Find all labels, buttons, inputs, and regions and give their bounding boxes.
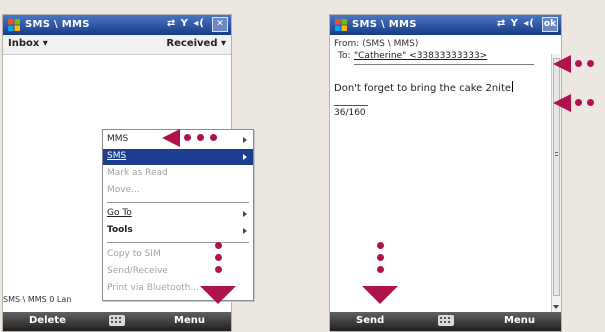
inbox-header: Inbox ▾ Received ▾: [3, 35, 231, 55]
recipient-text: "Catherine" <33833333333>: [354, 51, 488, 61]
callout-arrow-icon: [162, 129, 180, 147]
callout-dot-icon: [215, 254, 222, 261]
callout-dot-icon: [197, 134, 204, 141]
submenu-arrow-icon: [243, 211, 247, 217]
menu-item-move[interactable]: Move...: [103, 183, 253, 199]
callout-arrow-icon: [200, 286, 236, 304]
menu-softkey[interactable]: Menu: [504, 315, 535, 326]
folder-dropdown[interactable]: Inbox ▾: [8, 38, 48, 49]
callout-dot-icon: [215, 266, 222, 273]
submenu-arrow-icon: [243, 228, 247, 234]
callout-dot-icon: [377, 254, 384, 261]
menu-item-send-receive[interactable]: Send/Receive: [103, 264, 253, 280]
account-status: SMS \ MMS 0 Lan: [3, 295, 72, 304]
callout-dot-icon: [377, 242, 384, 249]
to-label: To:: [338, 51, 351, 61]
softkey-bar: Delete Menu: [3, 312, 231, 331]
callout-arrow-icon: [553, 55, 571, 73]
submenu-arrow-icon: [243, 154, 247, 160]
menu-divider: [107, 242, 249, 243]
menu-item-tools[interactable]: Tools: [103, 223, 253, 239]
windows-start-icon[interactable]: [334, 18, 348, 32]
callout-dot-icon: [587, 99, 594, 106]
text-caret: [512, 81, 514, 92]
menu-item-copy-to-sim[interactable]: Copy to SIM: [103, 247, 253, 263]
menu-item-sms[interactable]: SMS: [103, 149, 253, 165]
app-title: SMS \ MMS: [25, 19, 90, 30]
title-bar: SMS \ MMS ⇄ Y ◂( ok: [330, 15, 561, 35]
sort-dropdown[interactable]: Received ▾: [166, 38, 226, 49]
app-title: SMS \ MMS: [352, 19, 417, 30]
to-field[interactable]: "Catherine" <33833333333>: [354, 51, 534, 65]
windows-start-icon[interactable]: [7, 18, 21, 32]
softkey-bar: Send Menu: [330, 312, 561, 331]
delete-softkey[interactable]: Delete: [29, 315, 66, 326]
callout-dot-icon: [575, 99, 582, 106]
callout-dot-icon: [184, 134, 191, 141]
menu-item-go-to[interactable]: Go To: [103, 206, 253, 222]
status-icons[interactable]: ⇄ Y ◂(: [167, 18, 205, 29]
menu-item-mark-as-read[interactable]: Mark as Read: [103, 166, 253, 182]
callout-arrow-icon: [362, 286, 398, 304]
callout-dot-icon: [587, 60, 594, 67]
divider: [334, 105, 368, 106]
compose-screen: SMS \ MMS ⇄ Y ◂( ok From: (SMS \ MMS) To…: [329, 14, 562, 332]
scrollbar[interactable]: [551, 54, 561, 312]
char-counter: 36/160: [334, 108, 366, 118]
submenu-arrow-icon: [243, 137, 247, 143]
close-button[interactable]: ✕: [212, 17, 228, 32]
title-bar: SMS \ MMS ⇄ Y ◂( ✕: [3, 15, 231, 35]
keyboard-icon[interactable]: [437, 315, 454, 326]
callout-dot-icon: [377, 266, 384, 273]
callout-dot-icon: [210, 134, 217, 141]
message-body[interactable]: Don't forget to bring the cake 2nite: [334, 81, 514, 94]
status-icons[interactable]: ⇄ Y ◂(: [497, 18, 535, 29]
scroll-down-icon[interactable]: [553, 305, 559, 309]
menu-softkey[interactable]: Menu: [174, 315, 205, 326]
send-softkey[interactable]: Send: [356, 315, 384, 326]
callout-dot-icon: [575, 60, 582, 67]
ok-button[interactable]: ok: [542, 17, 558, 32]
keyboard-icon[interactable]: [109, 315, 125, 326]
callout-arrow-icon: [553, 94, 571, 112]
from-line: From: (SMS \ MMS): [334, 39, 419, 49]
callout-dot-icon: [215, 242, 222, 249]
menu-divider: [107, 202, 249, 203]
context-menu: MMS SMS Mark as Read Move... Go To Tools…: [102, 129, 254, 301]
